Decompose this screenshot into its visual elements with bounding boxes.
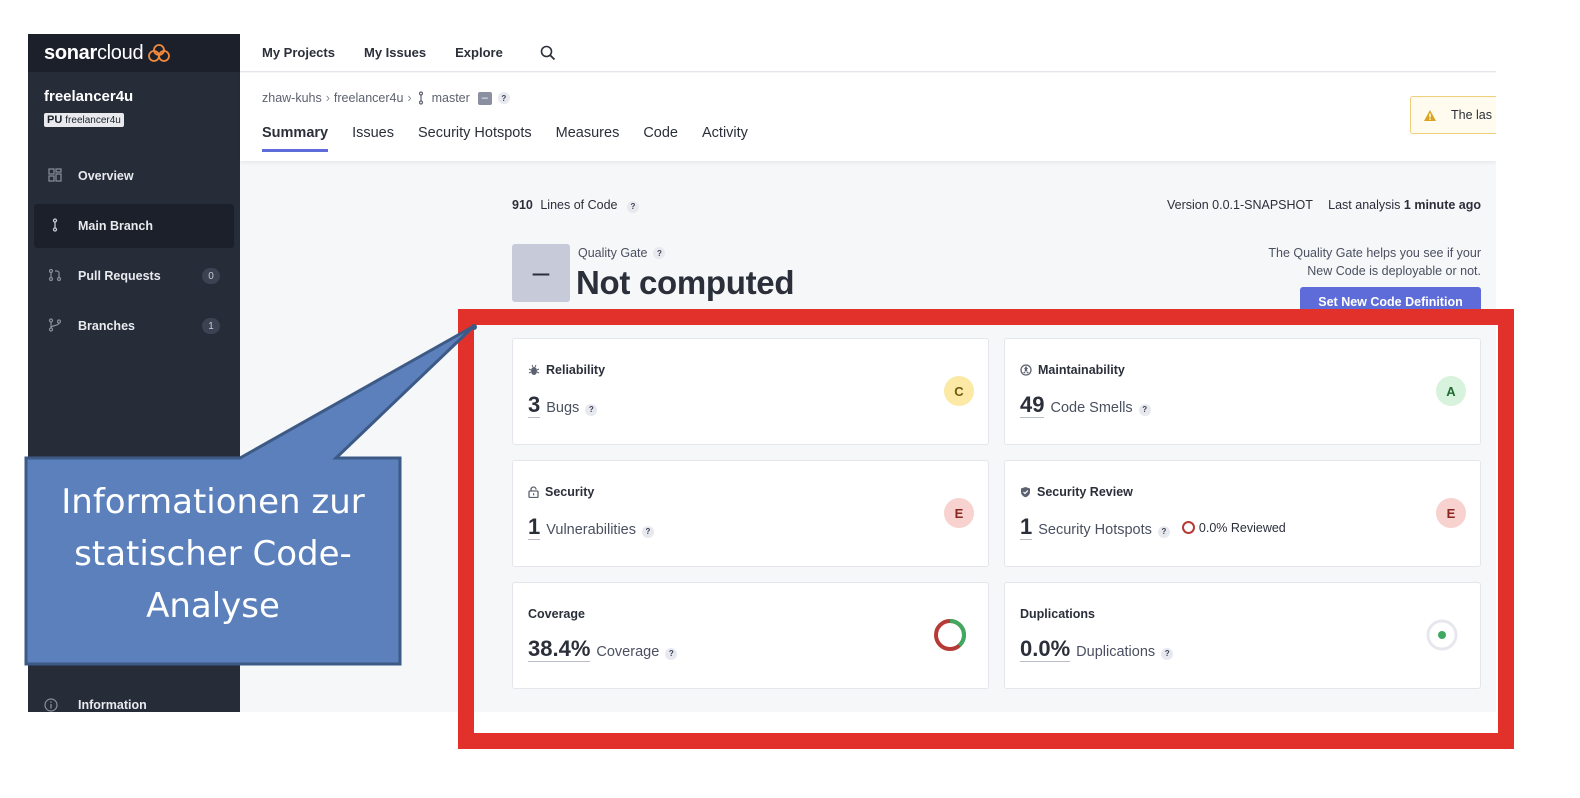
callout-line: Informationen zur: [61, 482, 365, 522]
nav-explore[interactable]: Explore: [455, 45, 503, 60]
quality-gate-label: Quality Gate ?: [578, 246, 666, 260]
project-key-prefix: PU: [47, 114, 63, 126]
quality-gate-help-line: The Quality Gate helps you see if your: [1268, 246, 1481, 260]
callout-line: statischer Code-: [74, 534, 352, 574]
project-header: freelancer4u PU freelancer4u: [28, 72, 240, 128]
sidebar-nav: Overview Main Branch Pull Requests 0 Bra…: [28, 154, 240, 348]
last-analysis-label: Last analysis: [1328, 198, 1401, 212]
loc-label: Lines of Code: [540, 198, 618, 212]
sonarcloud-logo[interactable]: sonar cloud: [44, 42, 171, 65]
warning-icon: [1424, 109, 1436, 121]
branch-status-badge: –: [477, 91, 492, 105]
project-key: freelancer4u: [65, 114, 121, 126]
tab-summary[interactable]: Summary: [262, 125, 329, 152]
search-icon[interactable]: [540, 45, 556, 61]
breadcrumb-project[interactable]: freelancer4u: [334, 91, 404, 105]
version: Version 0.0.1-SNAPSHOT: [1167, 198, 1313, 212]
sidebar-item-label: Information: [78, 698, 147, 712]
pull-request-icon: [48, 268, 62, 282]
branch-icon: [52, 218, 58, 232]
analysis-warning-banner[interactable]: The las: [1410, 96, 1496, 134]
logo-bar: sonar cloud: [28, 34, 240, 72]
nav-my-issues[interactable]: My Issues: [364, 45, 426, 60]
loc-value: 910: [512, 198, 533, 212]
quality-gate-label-text: Quality Gate: [578, 246, 648, 260]
cloud-logo-icon: [148, 44, 171, 62]
project-subheader: zhaw-kuhs › freelancer4u › master – ? Su…: [240, 73, 1496, 161]
sidebar-item-overview[interactable]: Overview: [34, 154, 234, 198]
logo-text-light: cloud: [96, 41, 144, 64]
project-name[interactable]: freelancer4u: [44, 88, 224, 105]
project-tabs: Summary Issues Security Hotspots Measure…: [262, 125, 772, 152]
top-navigation: My Projects My Issues Explore: [240, 34, 1496, 72]
nav-my-projects[interactable]: My Projects: [262, 45, 335, 60]
callout-text: Informationen zur statischer Code- Analy…: [30, 476, 396, 632]
lines-of-code: 910 Lines of Code ?: [512, 198, 639, 213]
quality-gate-status-box: –: [512, 244, 570, 302]
sidebar-item-label: Branches: [78, 319, 135, 333]
tab-measures[interactable]: Measures: [556, 125, 620, 152]
quality-gate-status: Not computed: [576, 264, 795, 301]
help-icon[interactable]: ?: [497, 92, 510, 104]
breadcrumb-branch[interactable]: master: [432, 91, 470, 105]
info-icon: [44, 698, 58, 712]
warning-text: The las: [1451, 108, 1492, 122]
last-analysis-value: 1 minute ago: [1403, 198, 1481, 212]
sidebar-item-label: Pull Requests: [78, 269, 161, 283]
callout-line: Analyse: [146, 586, 280, 626]
tab-issues[interactable]: Issues: [352, 125, 394, 152]
branches-icon: [48, 318, 62, 332]
last-analysis: Last analysis 1 minute ago: [1328, 198, 1481, 212]
sidebar-item-label: Main Branch: [78, 219, 154, 233]
grid-icon: [48, 168, 62, 182]
sidebar-item-pull-requests[interactable]: Pull Requests 0: [34, 254, 234, 298]
branch-icon: [418, 91, 423, 105]
help-icon[interactable]: ?: [653, 247, 666, 259]
version-info: Version 0.0.1-SNAPSHOT Last analysis 1 m…: [1155, 198, 1481, 212]
branches-count: 1: [202, 318, 220, 334]
sidebar-item-branches[interactable]: Branches 1: [34, 304, 234, 348]
sidebar-item-main-branch[interactable]: Main Branch: [34, 204, 234, 248]
highlight-frame: [458, 309, 1514, 749]
logo-text-bold: sonar: [44, 41, 97, 64]
sidebar-item-information[interactable]: Information: [34, 690, 147, 712]
quality-gate-help: The Quality Gate helps you see if your N…: [1231, 244, 1481, 280]
sidebar-item-label: Overview: [78, 169, 134, 183]
quality-gate-help-line: New Code is deployable or not.: [1307, 264, 1481, 278]
tab-security-hotspots[interactable]: Security Hotspots: [418, 125, 532, 152]
project-key-badge: PU freelancer4u: [44, 113, 124, 127]
breadcrumb-org[interactable]: zhaw-kuhs: [262, 91, 322, 105]
help-icon[interactable]: ?: [626, 200, 639, 213]
tab-activity[interactable]: Activity: [702, 125, 748, 152]
breadcrumb: zhaw-kuhs › freelancer4u › master – ?: [262, 91, 510, 105]
pull-requests-count: 0: [202, 268, 220, 284]
chevron-right-icon: ›: [325, 91, 330, 105]
chevron-right-icon: ›: [407, 91, 412, 105]
tab-code[interactable]: Code: [643, 125, 678, 152]
